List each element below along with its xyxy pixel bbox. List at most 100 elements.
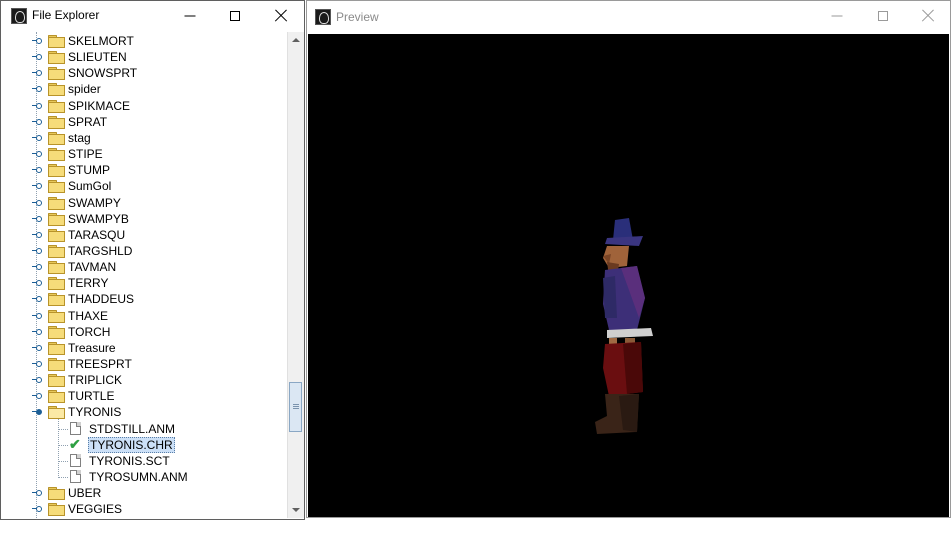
collapsed-toggle-icon[interactable]: [32, 360, 42, 368]
preview-window: Preview: [306, 0, 951, 518]
scroll-up-button[interactable]: [288, 32, 304, 48]
folder-icon: [48, 228, 65, 242]
file-label: TYROSUMN.ANM: [89, 470, 188, 485]
tree-file-item[interactable]: STDSTILL.ANM: [3, 421, 286, 437]
folder-icon: [48, 341, 65, 355]
preview-title: Preview: [336, 10, 379, 24]
folder-label: VEGGIES: [68, 502, 123, 517]
collapsed-toggle-icon[interactable]: [32, 505, 42, 513]
collapsed-toggle-icon[interactable]: [32, 199, 42, 207]
collapsed-toggle-icon[interactable]: [32, 247, 42, 255]
file-tree[interactable]: SKELMORT SLIEUTEN SNOWSPRT spider SPIKMACE SP…: [3, 32, 286, 518]
collapsed-toggle-icon[interactable]: [32, 37, 42, 45]
collapsed-toggle-icon[interactable]: [32, 376, 42, 384]
tree-folder-item[interactable]: SumGol: [3, 178, 286, 194]
scroll-down-button[interactable]: [288, 502, 304, 518]
tree-file-item[interactable]: TYROSUMN.ANM: [3, 469, 286, 485]
tree-folder-item[interactable]: TARASQU: [3, 227, 286, 243]
folder-label: SLIEUTEN: [68, 50, 127, 65]
tree-folder-item[interactable]: SLIEUTEN: [3, 49, 286, 65]
collapsed-toggle-icon[interactable]: [32, 150, 42, 158]
folder-label: TARGSHLD: [68, 243, 133, 258]
scroll-grip-line: [293, 408, 299, 409]
file-explorer-titlebar[interactable]: File Explorer: [1, 1, 304, 32]
folder-icon: [48, 131, 65, 145]
preview-close-button[interactable]: [905, 1, 951, 31]
preview-titlebar[interactable]: Preview: [307, 1, 950, 32]
tree-folder-item[interactable]: TERRY: [3, 275, 286, 291]
collapsed-toggle-icon[interactable]: [32, 166, 42, 174]
tree-folder-item[interactable]: SWAMPY: [3, 195, 286, 211]
collapsed-toggle-icon[interactable]: [32, 263, 42, 271]
tree-folder-item[interactable]: STUMP: [3, 162, 286, 178]
tree-folder-item[interactable]: TRIPLICK: [3, 372, 286, 388]
tree-folder-item[interactable]: stag: [3, 130, 286, 146]
folder-label: THADDEUS: [68, 292, 135, 307]
folder-label: STUMP: [68, 163, 110, 178]
tree-branch-line: [58, 477, 68, 479]
folder-icon: [48, 487, 65, 501]
tree-folder-item[interactable]: SPIKMACE: [3, 98, 286, 114]
folder-icon: [48, 148, 65, 162]
tree-folder-item[interactable]: TYRONIS: [3, 404, 286, 420]
collapsed-toggle-icon[interactable]: [32, 344, 42, 352]
tree-folder-item[interactable]: spider: [3, 81, 286, 97]
selected-file-label: TYRONIS.CHR: [88, 436, 175, 453]
tree-folder-item[interactable]: SPRAT: [3, 114, 286, 130]
tree-folder-item[interactable]: STIPE: [3, 146, 286, 162]
tree-folder-item[interactable]: Treasure: [3, 340, 286, 356]
folder-icon: [48, 293, 65, 307]
scroll-thumb[interactable]: [289, 382, 302, 432]
collapsed-toggle-icon[interactable]: [32, 85, 42, 93]
collapsed-toggle-icon[interactable]: [32, 489, 42, 497]
tree-branch-line: [58, 419, 59, 479]
collapsed-toggle-icon[interactable]: [32, 134, 42, 142]
expanded-toggle-icon[interactable]: [32, 408, 42, 416]
folder-icon: [48, 164, 65, 178]
collapsed-toggle-icon[interactable]: [32, 182, 42, 190]
folder-icon: [48, 99, 65, 113]
collapsed-toggle-icon[interactable]: [32, 231, 42, 239]
close-button[interactable]: [258, 1, 304, 31]
folder-label: TAVMAN: [68, 260, 117, 275]
tree-folder-item[interactable]: SKELMORT: [3, 33, 286, 49]
preview-minimize-button[interactable]: [814, 1, 860, 31]
collapsed-toggle-icon[interactable]: [32, 295, 42, 303]
tree-folder-item[interactable]: TAVMAN: [3, 259, 286, 275]
tree-file-item[interactable]: TYRONIS.SCT: [3, 453, 286, 469]
collapsed-toggle-icon[interactable]: [32, 118, 42, 126]
maximize-button[interactable]: [212, 1, 258, 31]
vertical-scrollbar[interactable]: [287, 32, 304, 518]
app-logo-icon: [11, 8, 27, 24]
tree-folder-item[interactable]: TORCH: [3, 324, 286, 340]
tree-folder-item[interactable]: SWAMPYB: [3, 211, 286, 227]
folder-label: spider: [68, 82, 101, 97]
tree-folder-item[interactable]: TREESPRT: [3, 356, 286, 372]
tree-folder-item[interactable]: TARGSHLD: [3, 243, 286, 259]
tree-folder-item[interactable]: UBER: [3, 485, 286, 501]
collapsed-toggle-icon[interactable]: [32, 392, 42, 400]
folder-label: stag: [68, 130, 91, 145]
collapsed-toggle-icon[interactable]: [32, 215, 42, 223]
tree-folder-item[interactable]: VEGGIES: [3, 501, 286, 517]
preview-viewport[interactable]: [308, 34, 949, 517]
tree-folder-item[interactable]: THAXE: [3, 308, 286, 324]
folder-icon: [48, 35, 65, 48]
collapsed-toggle-icon[interactable]: [32, 69, 42, 77]
collapsed-toggle-icon[interactable]: [32, 102, 42, 110]
collapsed-toggle-icon[interactable]: [32, 328, 42, 336]
tree-folder-item[interactable]: TURTLE: [3, 388, 286, 404]
collapsed-toggle-icon[interactable]: [32, 279, 42, 287]
tree-folder-item[interactable]: THADDEUS: [3, 291, 286, 307]
collapsed-toggle-icon[interactable]: [32, 53, 42, 61]
folder-label: TURTLE: [68, 389, 115, 404]
preview-maximize-button[interactable]: [860, 1, 906, 31]
tree-folder-item[interactable]: SNOWSPRT: [3, 65, 286, 81]
folder-label: TARASQU: [68, 227, 126, 242]
minimize-button[interactable]: [167, 1, 213, 31]
window-title: File Explorer: [32, 8, 100, 22]
folder-label: UBER: [68, 486, 102, 501]
tree-file-item[interactable]: ✔ TYRONIS.CHR: [3, 436, 286, 453]
collapsed-toggle-icon[interactable]: [32, 312, 42, 320]
file-explorer-window: File Explorer SKELMORT SLIEUTEN SNOWSPRT sp…: [0, 0, 305, 520]
